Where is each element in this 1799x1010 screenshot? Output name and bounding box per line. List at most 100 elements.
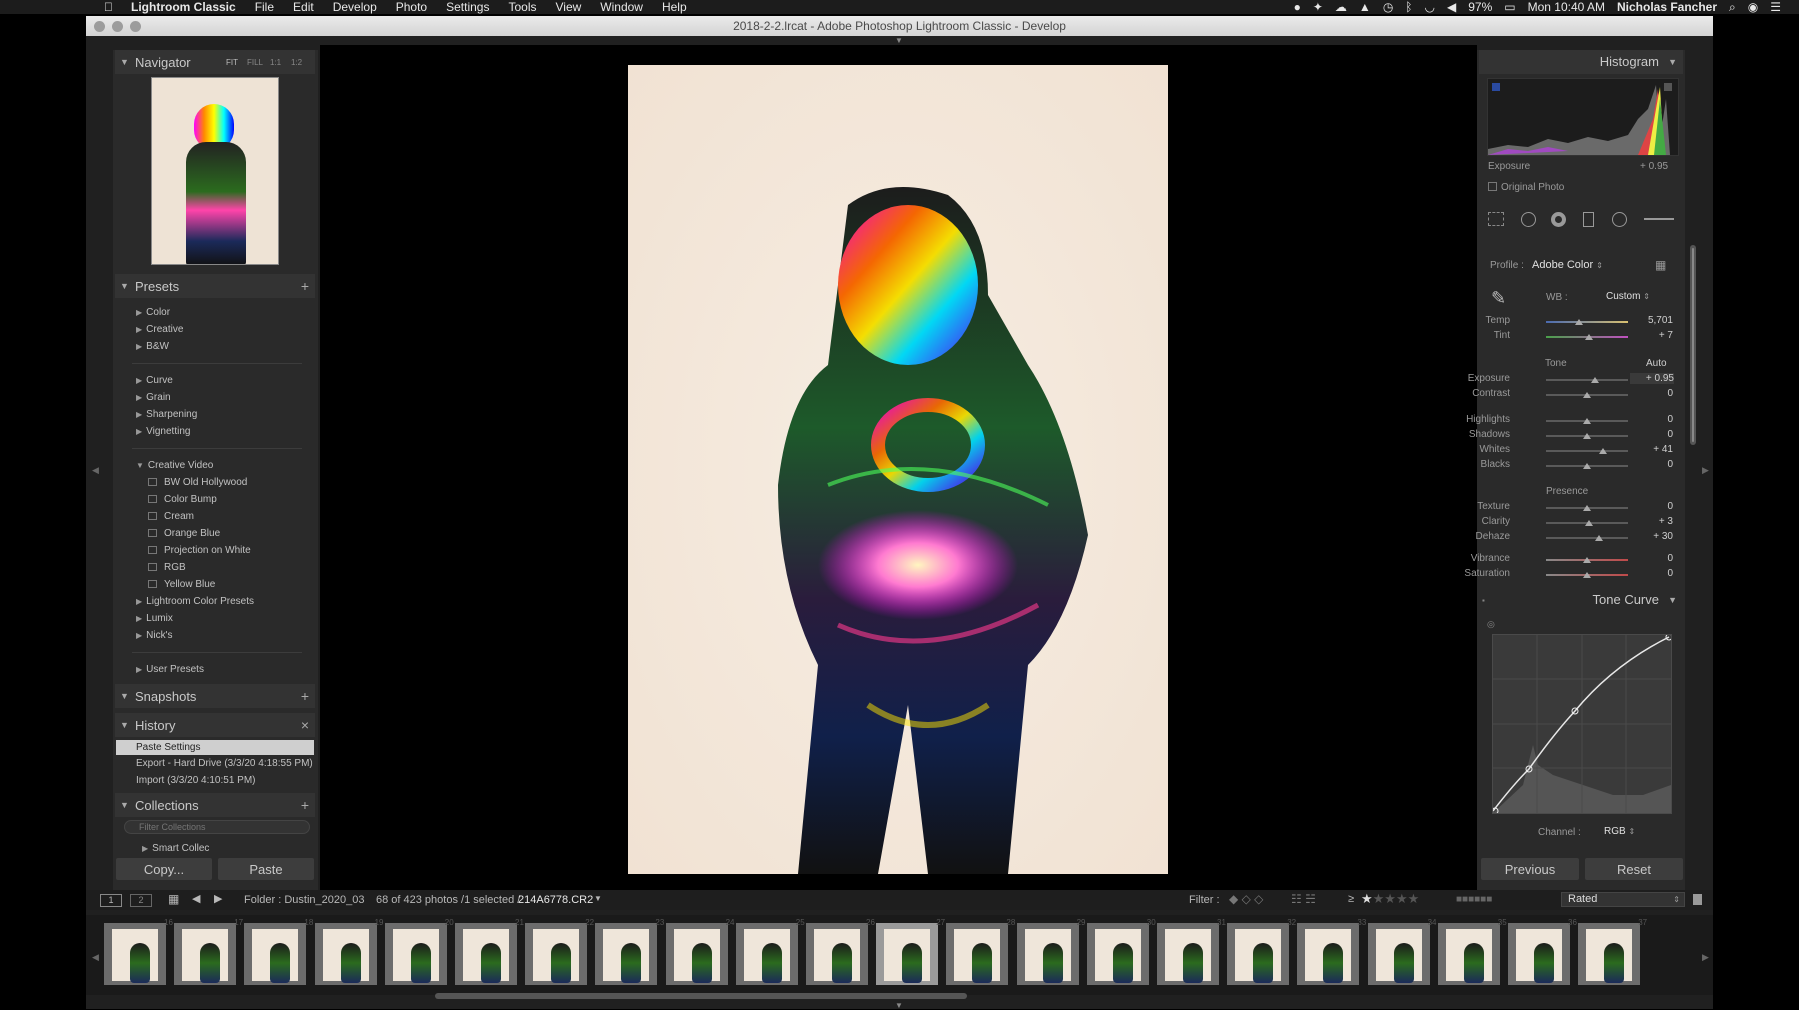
history-item[interactable]: Export - Hard Drive (3/3/20 4:18:55 PM) xyxy=(136,758,313,769)
dehaze-value[interactable]: + 30 xyxy=(1643,531,1673,542)
filmstrip-thumbnail[interactable]: 37 xyxy=(1578,918,1647,985)
filmstrip-thumbnail[interactable]: 35 xyxy=(1437,918,1507,985)
left-panel-toggle-icon[interactable]: ◀ xyxy=(92,465,99,476)
preset-group[interactable]: ▶ Creative xyxy=(136,324,183,335)
history-header[interactable]: ▼ History × xyxy=(115,713,315,737)
temp-value[interactable]: 5,701 xyxy=(1643,315,1673,326)
forward-arrow-icon[interactable]: ▶ xyxy=(214,892,222,905)
filmstrip-thumbnail[interactable]: 32 xyxy=(1227,918,1296,985)
dropbox-icon[interactable]: ✦ xyxy=(1313,0,1323,14)
primary-view-button[interactable]: 1 xyxy=(100,894,122,907)
collapse-triangle-icon[interactable]: ▼ xyxy=(120,800,129,810)
filmstrip-left-arrow-icon[interactable]: ◀ xyxy=(92,952,99,963)
edit-filter-icons[interactable]: ☷ ☵ xyxy=(1291,892,1316,906)
dehaze-slider-handle[interactable] xyxy=(1595,535,1604,541)
collapse-triangle-icon[interactable]: ▼ xyxy=(120,281,129,291)
rating-operator[interactable]: ≥ xyxy=(1348,893,1354,905)
auto-tone-button[interactable]: Auto xyxy=(1646,358,1667,369)
profile-browser-grid-icon[interactable]: ▦ xyxy=(1655,258,1666,272)
saturation-slider-handle[interactable] xyxy=(1583,572,1591,578)
menu-file[interactable]: File xyxy=(255,0,274,14)
adjustment-brush-icon[interactable] xyxy=(1644,218,1674,220)
preset-group[interactable]: ▶ Grain xyxy=(136,392,171,403)
right-panel-toggle-icon[interactable]: ▶ xyxy=(1702,465,1709,476)
list-icon[interactable]: ☰ xyxy=(1770,0,1781,14)
paste-settings-button[interactable]: Paste xyxy=(218,858,314,880)
preset-group[interactable]: ▶ Sharpening xyxy=(136,409,197,420)
history-item-selected[interactable]: Paste Settings xyxy=(116,740,314,755)
collapse-triangle-icon[interactable]: ▼ xyxy=(120,57,129,67)
cloud-icon[interactable]: ☁ xyxy=(1335,0,1347,14)
temp-slider[interactable] xyxy=(1546,321,1628,323)
menu-window[interactable]: Window xyxy=(600,0,643,14)
clear-history-icon[interactable]: × xyxy=(301,717,309,733)
shadows-value[interactable]: 0 xyxy=(1643,429,1673,440)
preset-item[interactable]: RGB xyxy=(148,562,186,573)
filter-lock-icon[interactable] xyxy=(1693,894,1702,905)
contrast-slider-handle[interactable] xyxy=(1583,392,1591,398)
tint-value[interactable]: + 7 xyxy=(1643,330,1673,341)
filmstrip-thumbnail[interactable]: 36 xyxy=(1508,918,1577,985)
clarity-slider-handle[interactable] xyxy=(1584,520,1593,526)
texture-slider-handle[interactable] xyxy=(1583,505,1591,511)
battery-icon[interactable]: ▭ xyxy=(1504,0,1515,14)
battery-percent[interactable]: 97% xyxy=(1468,0,1492,14)
minimize-window-icon[interactable] xyxy=(112,21,123,32)
highlights-value[interactable]: 0 xyxy=(1643,414,1673,425)
channel-dropdown[interactable]: RGB ⇕ xyxy=(1604,826,1635,837)
preset-item[interactable]: Projection on White xyxy=(148,545,251,556)
highlights-slider-handle[interactable] xyxy=(1583,418,1591,424)
time-machine-icon[interactable]: ◷ xyxy=(1383,0,1393,14)
color-label-filter-icons[interactable]: ■■■■■■ xyxy=(1456,894,1492,905)
tone-curve-graph[interactable] xyxy=(1491,633,1673,815)
filmstrip-thumbnail[interactable]: 29 xyxy=(1016,918,1086,985)
preset-group[interactable]: ▶ Curve xyxy=(136,375,173,386)
targeted-adjustment-icon[interactable]: ◎ xyxy=(1487,619,1495,630)
previous-button[interactable]: Previous xyxy=(1481,858,1579,880)
filmstrip-thumbnail[interactable]: 16 xyxy=(104,918,173,985)
dehaze-slider[interactable] xyxy=(1546,537,1628,539)
exposure-slider[interactable] xyxy=(1546,379,1628,381)
exposure-slider-handle[interactable] xyxy=(1591,377,1600,383)
radial-filter-icon[interactable] xyxy=(1612,212,1627,227)
secondary-view-button[interactable]: 2 xyxy=(130,894,152,907)
tint-slider-handle[interactable] xyxy=(1584,334,1593,340)
preset-item[interactable]: BW Old Hollywood xyxy=(148,477,247,488)
navigator-header[interactable]: ▼ Navigator FIT FILL 1:1 1:2 xyxy=(115,50,315,74)
wb-dropdown[interactable]: Custom ⇕ xyxy=(1606,291,1650,302)
filename-dropdown-icon[interactable]: ▼ xyxy=(594,894,602,903)
whites-slider[interactable] xyxy=(1546,450,1628,452)
menu-view[interactable]: View xyxy=(555,0,581,14)
add-preset-icon[interactable]: + xyxy=(301,278,309,294)
preset-item[interactable]: Cream xyxy=(148,511,194,522)
history-item[interactable]: Import (3/3/20 4:10:51 PM) xyxy=(136,775,256,786)
user-name[interactable]: Nicholas Fancher xyxy=(1617,0,1717,14)
search-icon[interactable]: ⌕ xyxy=(1729,0,1736,15)
filmstrip-thumbnail[interactable]: 20 xyxy=(384,918,454,985)
filmstrip-thumbnail[interactable]: 26 xyxy=(806,918,875,985)
temp-slider-handle[interactable] xyxy=(1574,319,1583,325)
filmstrip-thumbnail[interactable]: 34 xyxy=(1367,918,1437,985)
filmstrip-thumbnail[interactable]: 22 xyxy=(525,918,594,985)
smart-collection-item[interactable]: ▶ Smart Collec xyxy=(142,843,209,854)
filmstrip-thumbnail[interactable]: 27 xyxy=(876,918,945,985)
profile-dropdown[interactable]: Adobe Color ⇕ xyxy=(1532,259,1603,271)
blacks-value[interactable]: 0 xyxy=(1643,459,1673,470)
collapse-triangle-icon[interactable]: ▼ xyxy=(1668,50,1677,74)
blacks-slider-handle[interactable] xyxy=(1583,463,1591,469)
preset-group[interactable]: ▶ Lumix xyxy=(136,613,173,624)
preset-group[interactable]: ▶ Nick's xyxy=(136,630,173,641)
back-arrow-icon[interactable]: ◀ xyxy=(192,892,200,905)
selected-filename[interactable]: 214A6778.CR2 xyxy=(518,894,593,906)
drive-icon[interactable]: ▲ xyxy=(1359,0,1371,14)
zoom-1-1[interactable]: 1:1 xyxy=(270,58,281,67)
folder-path[interactable]: Folder : Dustin_2020_03 xyxy=(244,894,364,906)
filmstrip-thumbnail[interactable]: 23 xyxy=(595,918,664,985)
zoom-1-2[interactable]: 1:2 xyxy=(291,58,302,67)
crop-tool-icon[interactable] xyxy=(1488,212,1504,226)
snapshots-header[interactable]: ▼ Snapshots + xyxy=(115,684,315,708)
filmstrip-thumbnail[interactable]: 21 xyxy=(455,918,524,985)
scrollbar-thumb[interactable] xyxy=(1692,248,1694,442)
filmstrip-thumbnail[interactable]: 24 xyxy=(665,918,735,985)
red-eye-icon[interactable] xyxy=(1551,212,1566,227)
